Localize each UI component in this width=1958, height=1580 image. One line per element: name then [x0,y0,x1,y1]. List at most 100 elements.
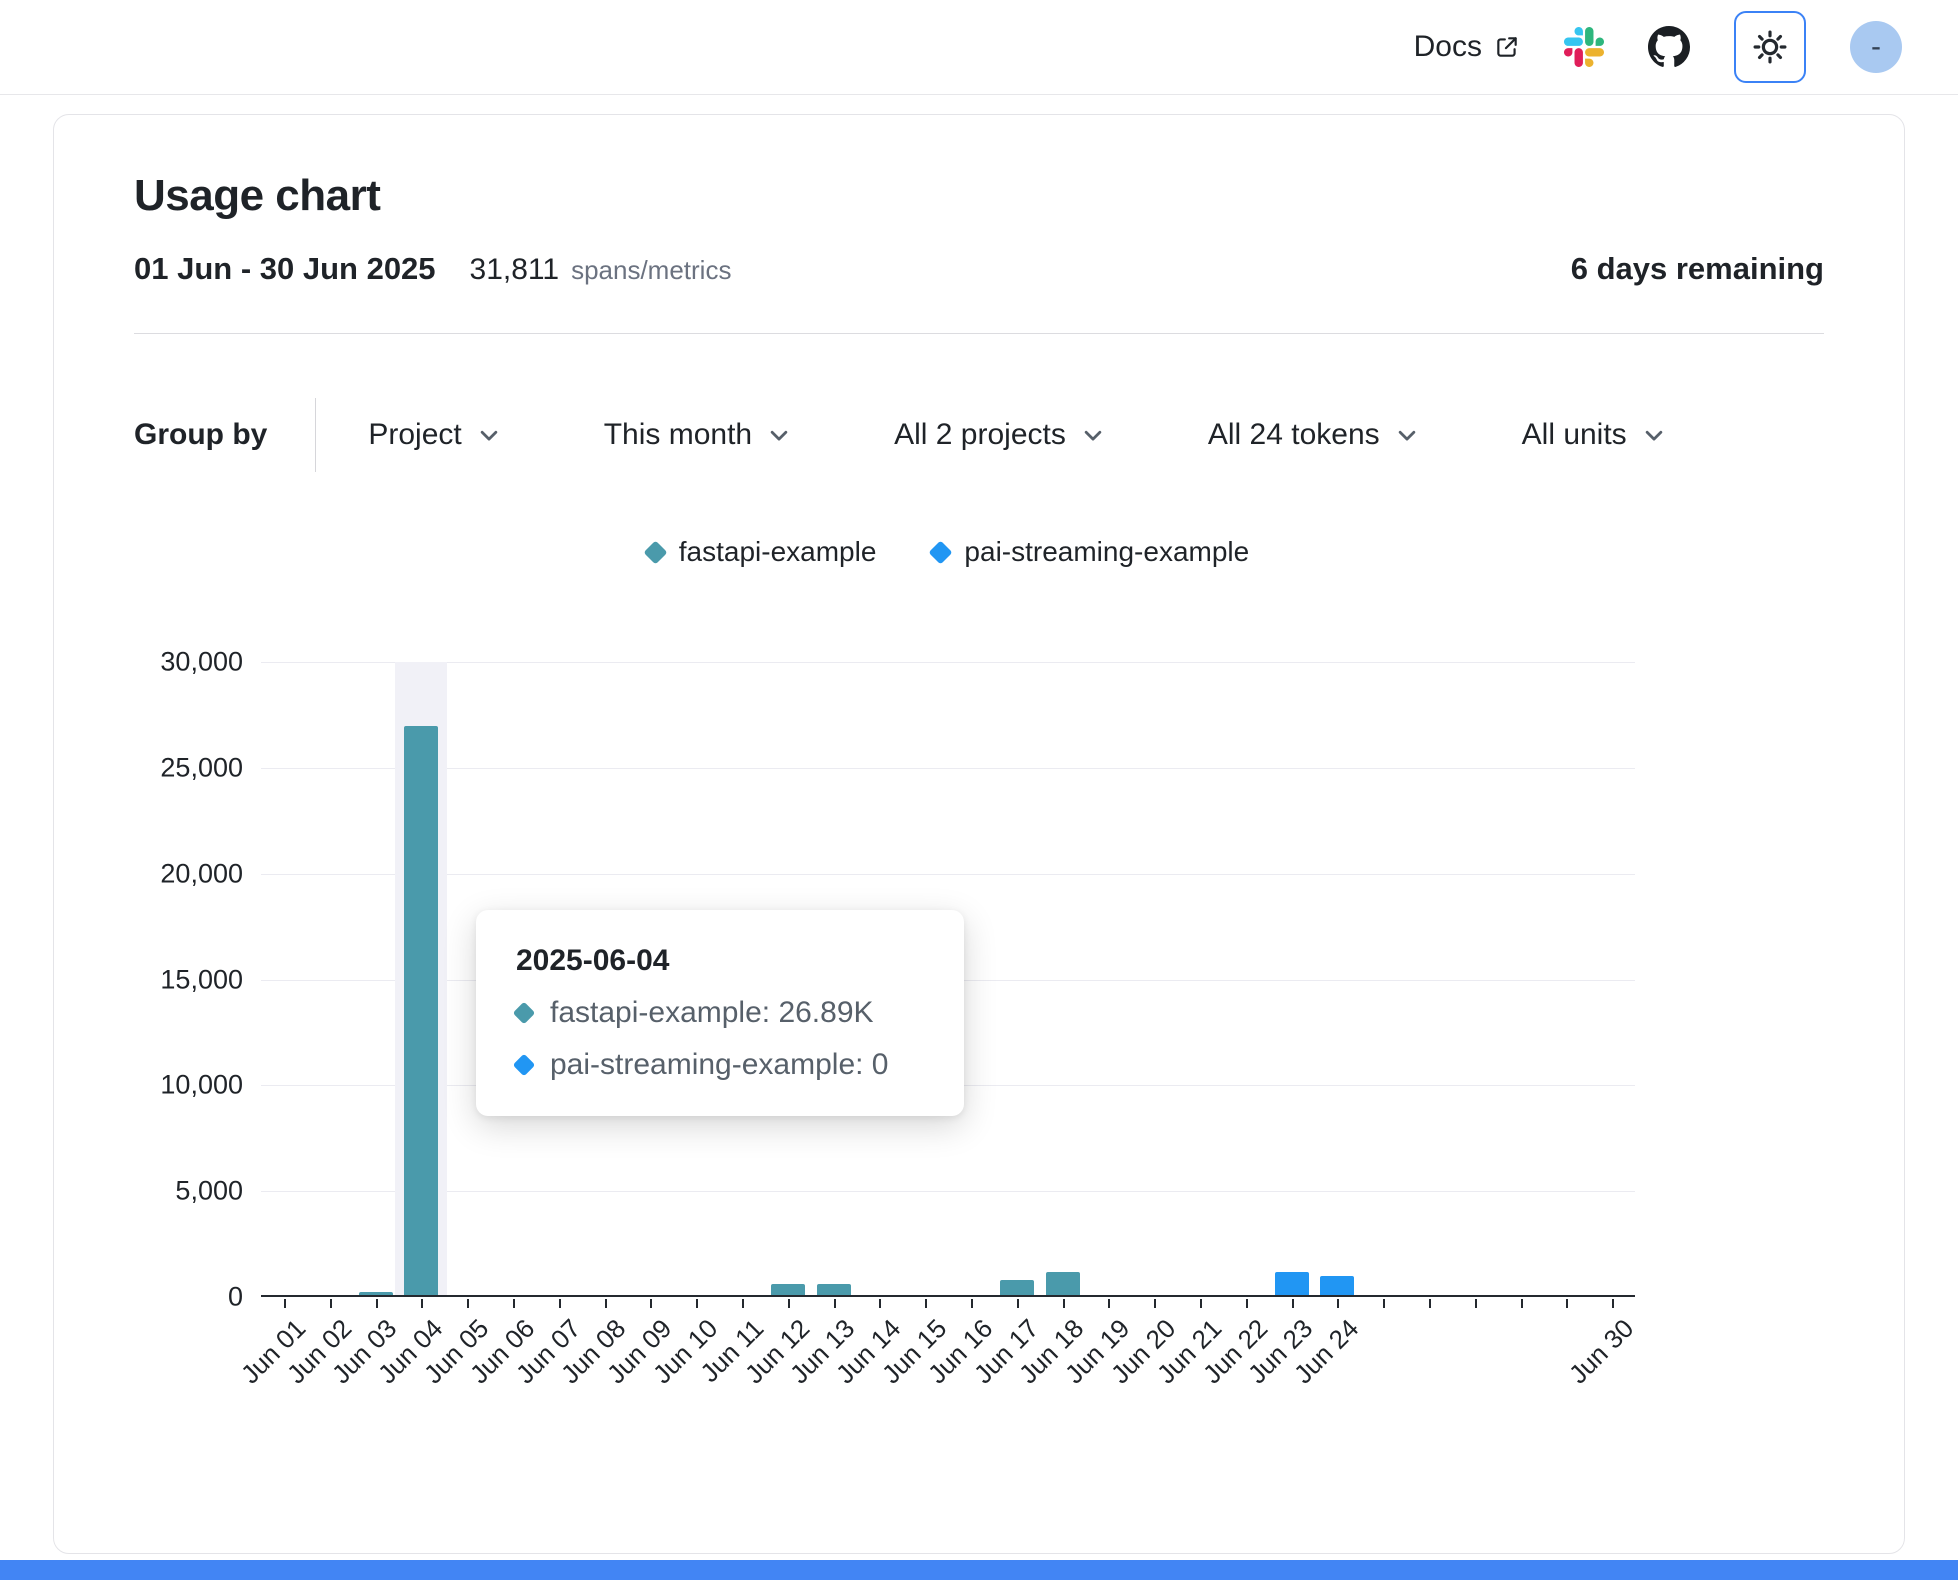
bar-fastapi-example[interactable] [359,1292,393,1295]
x-axis-tick [696,1299,698,1308]
x-axis-tick [834,1299,836,1308]
x-axis-tick [1154,1299,1156,1308]
filter-bar: Group by Project This month All 2 projec… [134,398,1824,472]
x-axis-tick [1337,1299,1339,1308]
x-axis-tick [925,1299,927,1308]
y-tick-label: 15,000 [160,964,243,995]
x-axis-tick [971,1299,973,1308]
x-axis-tick [421,1299,423,1308]
docs-link[interactable]: Docs [1414,30,1520,64]
y-tick-label: 30,000 [160,647,243,678]
dropdown-units-value: All units [1522,418,1627,452]
sun-icon [1751,28,1789,66]
plot-area: 2025-06-04 fastapi-example: 26.89K pai-st… [261,662,1635,1297]
x-axis-tick [1292,1299,1294,1308]
chart-legend: fastapi-example pai-streaming-example [261,536,1635,568]
usage-card: Usage chart 01 Jun - 30 Jun 2025 31,811 … [53,114,1905,1554]
legend-label: fastapi-example [679,536,877,568]
gridline [261,662,1635,663]
page-title: Usage chart [134,171,1824,221]
x-axis-tick [559,1299,561,1308]
usage-meta-row: 01 Jun - 30 Jun 2025 31,811 spans/metric… [134,251,1824,287]
usage-unit: spans/metrics [571,255,731,286]
x-axis-tick [742,1299,744,1308]
gridline [261,1191,1635,1192]
x-axis-tick [1429,1299,1431,1308]
x-axis-tick [605,1299,607,1308]
bar-fastapi-example[interactable] [404,726,438,1295]
slack-link[interactable] [1564,27,1604,67]
x-axis-tick [513,1299,515,1308]
top-bar: Docs [0,0,1958,95]
gridline [261,874,1635,875]
group-by-label: Group by [134,418,267,452]
y-tick-label: 5,000 [175,1176,243,1207]
series-diamond-icon [643,540,667,564]
bar-pai-streaming-example[interactable] [1320,1276,1354,1295]
tooltip-row-text: fastapi-example: 26.89K [550,996,874,1030]
y-tick-label: 20,000 [160,858,243,889]
x-axis-tick [879,1299,881,1308]
x-axis-tick [1475,1299,1477,1308]
series-diamond-icon [929,540,953,564]
dropdown-group-by[interactable]: Project [368,418,499,452]
github-icon [1648,26,1690,68]
series-diamond-icon [513,1054,536,1077]
x-axis-tick [1566,1299,1568,1308]
gridline [261,768,1635,769]
bar-fastapi-example[interactable] [817,1284,851,1295]
dropdown-group-by-value: Project [368,418,461,452]
avatar-text: - [1871,30,1881,64]
x-axis-tick [1612,1299,1614,1308]
x-axis-tick [1063,1299,1065,1308]
legend-item[interactable]: pai-streaming-example [932,536,1249,568]
legend-label: pai-streaming-example [964,536,1249,568]
filter-divider [315,398,316,472]
github-link[interactable] [1648,26,1690,68]
slack-icon [1564,27,1604,67]
bar-pai-streaming-example[interactable] [1275,1272,1309,1295]
chevron-down-icon [1396,424,1418,446]
chevron-down-icon [1082,424,1104,446]
bottom-bar [0,1560,1958,1580]
x-axis-tick [467,1299,469,1308]
section-divider [134,333,1824,334]
theme-toggle-button[interactable] [1734,11,1806,83]
dropdown-projects-value: All 2 projects [894,418,1066,452]
dropdown-projects[interactable]: All 2 projects [894,418,1104,452]
bar-fastapi-example[interactable] [1046,1272,1080,1295]
x-axis-tick [1521,1299,1523,1308]
y-tick-label: 0 [228,1282,243,1313]
x-axis-tick [284,1299,286,1308]
tooltip-title: 2025-06-04 [516,944,924,978]
x-axis-tick [1383,1299,1385,1308]
external-link-icon [1494,34,1520,60]
x-axis-tick [376,1299,378,1308]
dropdown-units[interactable]: All units [1522,418,1665,452]
x-axis-tick [650,1299,652,1308]
y-tick-label: 25,000 [160,752,243,783]
tooltip-rows: fastapi-example: 26.89K pai-streaming-exa… [516,996,924,1082]
tooltip-row: pai-streaming-example: 0 [516,1048,924,1082]
bar-fastapi-example[interactable] [1000,1280,1034,1295]
x-axis-tick [1017,1299,1019,1308]
docs-label: Docs [1414,30,1482,64]
chevron-down-icon [768,424,790,446]
legend-item[interactable]: fastapi-example [647,536,877,568]
y-tick-label: 10,000 [160,1070,243,1101]
series-diamond-icon [513,1002,536,1025]
x-axis-tick [330,1299,332,1308]
tooltip-row: fastapi-example: 26.89K [516,996,924,1030]
date-range: 01 Jun - 30 Jun 2025 [134,251,436,287]
bar-fastapi-example[interactable] [771,1284,805,1295]
chart-tooltip: 2025-06-04 fastapi-example: 26.89K pai-st… [476,910,964,1116]
dropdown-time-range[interactable]: This month [604,418,790,452]
dropdown-tokens[interactable]: All 24 tokens [1208,418,1418,452]
chevron-down-icon [1643,424,1665,446]
days-remaining: 6 days remaining [1571,251,1824,287]
dropdown-tokens-value: All 24 tokens [1208,418,1380,452]
x-axis-tick [1108,1299,1110,1308]
usage-chart: 2025-06-04 fastapi-example: 26.89K pai-st… [134,638,1824,1448]
tooltip-row-text: pai-streaming-example: 0 [550,1048,888,1082]
avatar[interactable]: - [1850,21,1902,73]
